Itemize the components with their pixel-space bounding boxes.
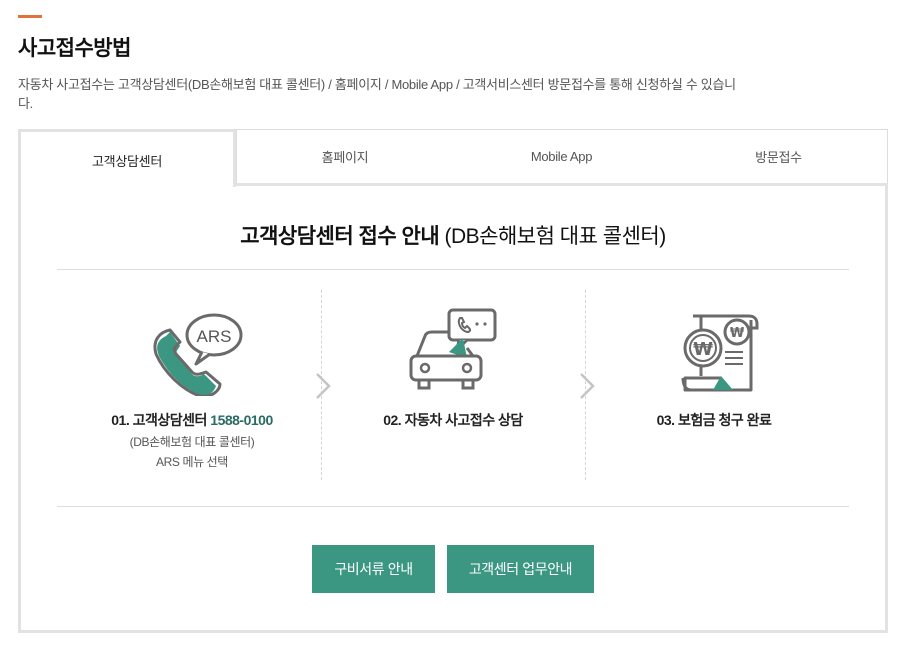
won-icon-text-large: ₩ xyxy=(693,339,713,360)
tab-mobile-app[interactable]: Mobile App xyxy=(453,129,671,184)
chevron-right-icon xyxy=(316,373,331,399)
tab-customer-center[interactable]: 고객상담센터 xyxy=(18,129,236,187)
content-title-main: 고객상담센터 접수 안내 xyxy=(240,225,440,248)
content-title-sub: (DB손해보험 대표 콜센터) xyxy=(439,225,666,248)
section-accent-bar xyxy=(18,15,42,18)
chevron-right-icon xyxy=(580,373,595,399)
step-2-label: 02. 자동차 사고접수 상담 xyxy=(383,412,523,428)
step-3-label: 03. 보험금 청구 완료 xyxy=(656,412,772,428)
car-consult-icon xyxy=(409,308,497,390)
claim-document-icon: ₩ ₩ xyxy=(681,314,759,392)
divider-top xyxy=(57,269,849,270)
customer-center-services-button[interactable]: 고객센터 업무안내 xyxy=(447,545,594,593)
section-description: 자동차 사고접수는 고객상담센터(DB손해보험 대표 콜센터) / 홈페이지 /… xyxy=(18,77,736,111)
tab-homepage[interactable]: 홈페이지 xyxy=(236,129,454,184)
step-1-label: 01. 고객상담센터 1588-0100 xyxy=(60,410,324,430)
content-title: 고객상담센터 접수 안내 (DB손해보험 대표 콜센터) xyxy=(21,220,885,250)
tab-content: 고객상담센터 접수 안내 (DB손해보험 대표 콜센터) ARS ₩ ₩ 01.… xyxy=(18,183,888,633)
step-1-sub-center: (DB손해보험 대표 콜센터) xyxy=(129,435,255,449)
phone-ars-icon: ARS xyxy=(153,313,243,396)
won-icon-text-small: ₩ xyxy=(730,326,745,341)
step-1-label-text: 01. 고객상담센터 xyxy=(111,412,211,428)
accident-report-panel: 고객상담센터 홈페이지 Mobile App 방문접수 고객상담센터 접수 안내… xyxy=(18,129,888,633)
tab-bar: 고객상담센터 홈페이지 Mobile App 방문접수 xyxy=(18,129,888,187)
ars-icon-text: ARS xyxy=(197,327,232,346)
divider-bottom xyxy=(57,506,849,507)
tab-visit[interactable]: 방문접수 xyxy=(670,129,888,184)
step-1-sub-ars: ARS 메뉴 선택 xyxy=(156,455,228,469)
customer-center-phone: 1588-0100 xyxy=(210,412,273,428)
required-documents-button[interactable]: 구비서류 안내 xyxy=(312,545,435,593)
section-title: 사고접수방법 xyxy=(18,37,131,60)
